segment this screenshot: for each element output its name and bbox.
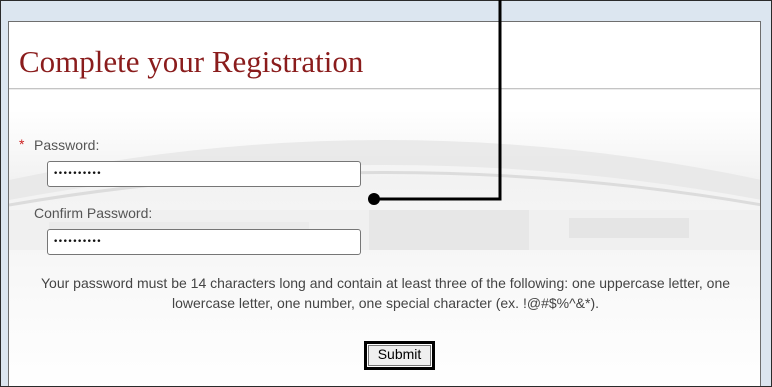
window-bezel-top: [0, 0, 772, 21]
required-marker: *: [19, 136, 25, 152]
submit-button-label: Submit: [368, 345, 431, 366]
window-bezel-right: [761, 0, 772, 387]
password-requirements-text: Your password must be 14 characters long…: [40, 275, 731, 311]
submit-button[interactable]: Submit: [364, 341, 435, 370]
password-field[interactable]: [47, 161, 361, 187]
password-label: Password:: [34, 137, 100, 153]
title-divider: [9, 88, 760, 90]
page-title: Complete your Registration: [19, 44, 364, 79]
registration-panel: Complete your Registration * Password: C…: [8, 21, 761, 387]
confirm-password-field[interactable]: [47, 229, 361, 255]
window-bezel-left: [0, 0, 8, 387]
confirm-password-label: Confirm Password:: [34, 205, 153, 221]
